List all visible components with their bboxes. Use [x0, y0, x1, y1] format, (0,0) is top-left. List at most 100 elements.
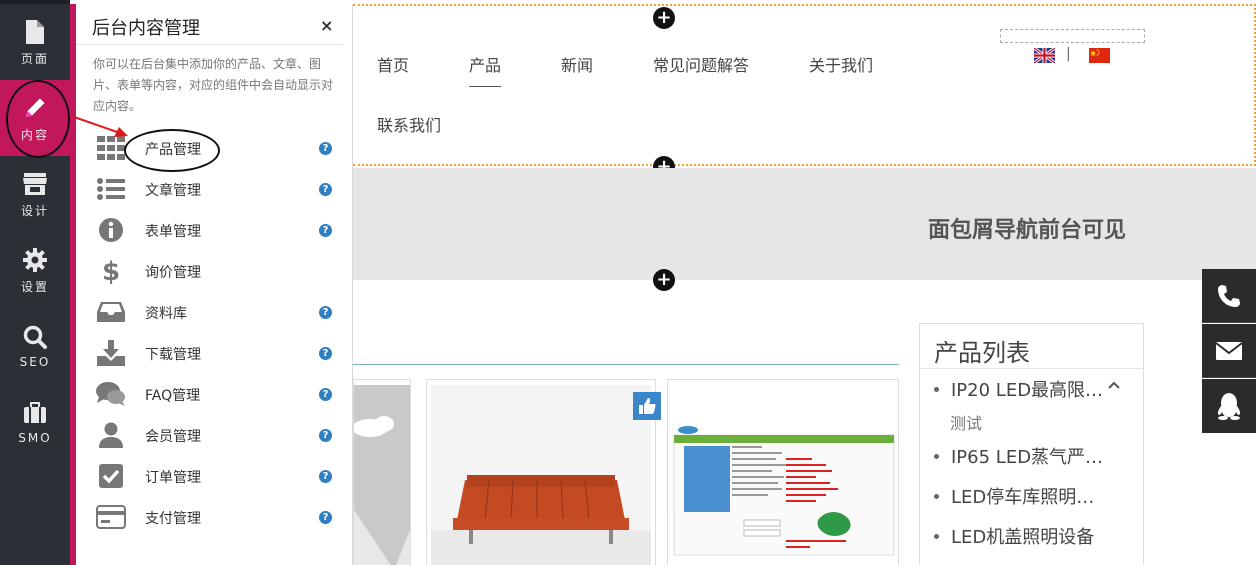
- product-list-item-label: IP20 LED最高限…: [951, 380, 1104, 401]
- gear-icon: [21, 246, 49, 274]
- help-icon[interactable]: ?: [319, 306, 332, 319]
- sidebar-item-label: 页面: [20, 51, 49, 66]
- inbox-icon: [96, 297, 126, 327]
- comments-icon: [96, 379, 126, 409]
- product-list-divider: [920, 368, 1143, 369]
- search-icon: [21, 323, 49, 351]
- product-list-item-label: IP65 LED蒸气严…: [951, 447, 1104, 468]
- sidebar-item-label: SEO: [19, 355, 51, 369]
- site-nav-about[interactable]: 关于我们: [809, 52, 873, 76]
- sidebar-item-label: 设计: [20, 203, 49, 218]
- add-section-button[interactable]: +: [653, 7, 675, 29]
- menu-item-members[interactable]: 会员管理 ?: [76, 418, 346, 452]
- bullet-icon: [934, 493, 939, 499]
- bullet-icon: [934, 386, 939, 392]
- close-icon[interactable]: ×: [320, 16, 333, 35]
- product-list-item[interactable]: IP65 LED蒸气严…: [934, 443, 1103, 469]
- menu-item-label: 会员管理: [145, 429, 201, 445]
- info-icon: [96, 215, 126, 245]
- credit-card-icon: [96, 502, 126, 532]
- sidebar-item-settings[interactable]: 设置: [0, 232, 70, 308]
- bullet-icon: [934, 453, 939, 459]
- menu-item-inquiry[interactable]: $ 询价管理: [76, 254, 346, 288]
- page-icon: [21, 18, 49, 46]
- help-icon[interactable]: ?: [319, 511, 332, 524]
- help-icon[interactable]: ?: [319, 142, 332, 155]
- menu-item-faq[interactable]: FAQ管理 ?: [76, 377, 346, 411]
- sidebar-item-design[interactable]: 设计: [0, 156, 70, 232]
- panel-description: 你可以在后台集中添加你的产品、文章、图片、表单等内容，对应的组件中会自动显示对应…: [93, 57, 334, 113]
- thumbs-up-icon[interactable]: [633, 392, 661, 420]
- sidebar-item-label: SMO: [18, 431, 52, 445]
- sidebar-item-seo[interactable]: SEO: [0, 308, 70, 384]
- store-icon: [21, 170, 49, 198]
- dollar-icon: $: [96, 256, 126, 286]
- site-nav-products[interactable]: 产品: [469, 52, 501, 76]
- user-icon: [96, 420, 126, 450]
- product-list-subitem[interactable]: 测试: [950, 410, 982, 434]
- float-qq-button[interactable]: [1202, 379, 1256, 433]
- svg-text:$: $: [102, 257, 120, 285]
- help-icon[interactable]: ?: [319, 429, 332, 442]
- product-card[interactable]: [352, 379, 411, 565]
- product-list-item[interactable]: LED机盖照明设备: [934, 523, 1094, 549]
- site-nav-faq[interactable]: 常见问题解答: [653, 52, 749, 76]
- help-icon[interactable]: ?: [319, 224, 332, 237]
- envelope-icon: [1215, 341, 1243, 360]
- menu-item-label: 支付管理: [145, 511, 201, 527]
- product-card[interactable]: [667, 379, 899, 565]
- bullet-icon: [934, 533, 939, 539]
- site-nav-active-underline: [469, 86, 501, 87]
- help-icon[interactable]: ?: [319, 183, 332, 196]
- product-list-title: 产品列表: [934, 339, 1030, 367]
- menu-item-label: 下载管理: [145, 347, 201, 363]
- menu-item-forms[interactable]: 表单管理 ?: [76, 213, 346, 247]
- checkbox-icon: [96, 461, 126, 491]
- site-nav-contact[interactable]: 联系我们: [377, 112, 441, 136]
- chevron-up-icon[interactable]: [1106, 377, 1122, 393]
- product-list-item[interactable]: IP20 LED最高限…: [934, 376, 1103, 402]
- language-switcher-box: [1000, 29, 1145, 43]
- panel-title: 后台内容管理: [92, 18, 200, 39]
- help-icon[interactable]: ?: [319, 388, 332, 401]
- editor-root: 页面 内容 设计 设置 SEO SMO 后台内容管理 × 你可以在后台集中添加你…: [0, 0, 1256, 565]
- download-icon: [96, 338, 126, 368]
- menu-item-payment[interactable]: 支付管理 ?: [76, 500, 346, 534]
- float-email-button[interactable]: [1202, 324, 1256, 378]
- menu-item-articles[interactable]: 文章管理 ?: [76, 172, 346, 206]
- content-management-panel: 后台内容管理 × 你可以在后台集中添加你的产品、文章、图片、表单等内容，对应的组…: [76, 4, 353, 565]
- sofa-image: [431, 385, 651, 565]
- menu-item-label: 文章管理: [145, 183, 201, 199]
- menu-item-library[interactable]: 资料库 ?: [76, 295, 346, 329]
- uk-flag-icon[interactable]: [1034, 48, 1055, 63]
- annotation-ellipse-content: [6, 80, 70, 158]
- language-separator: |: [1066, 46, 1071, 62]
- placeholder-image: [352, 385, 410, 565]
- contact-page-screenshot-image: [673, 426, 895, 556]
- float-phone-button[interactable]: [1202, 269, 1256, 323]
- phone-icon: [1218, 284, 1240, 307]
- sidebar-item-smo[interactable]: SMO: [0, 384, 70, 460]
- add-section-button[interactable]: +: [653, 269, 675, 291]
- help-icon[interactable]: ?: [319, 470, 332, 483]
- product-list-item-label: LED机盖照明设备: [951, 527, 1095, 548]
- panel-divider: [76, 44, 343, 45]
- china-flag-icon[interactable]: [1089, 48, 1110, 63]
- content-divider: [353, 364, 899, 365]
- menu-item-label: 资料库: [145, 306, 187, 322]
- help-icon[interactable]: ?: [319, 347, 332, 360]
- menu-item-label: 表单管理: [145, 224, 201, 240]
- site-nav-home[interactable]: 首页: [377, 52, 409, 76]
- menu-item-label: 询价管理: [145, 265, 201, 281]
- menu-item-label: FAQ管理: [145, 388, 201, 404]
- menu-item-orders[interactable]: 订单管理 ?: [76, 459, 346, 493]
- product-card[interactable]: [426, 379, 656, 565]
- annotation-ellipse-products: [124, 129, 220, 172]
- list-icon: [96, 174, 126, 204]
- menu-item-downloads[interactable]: 下载管理 ?: [76, 336, 346, 370]
- product-list-item[interactable]: LED停车库照明…: [934, 483, 1094, 509]
- sidebar-item-page[interactable]: 页面: [0, 4, 70, 80]
- qq-icon: [1217, 393, 1241, 420]
- site-nav-news[interactable]: 新闻: [561, 52, 593, 76]
- menu-item-label: 订单管理: [145, 470, 201, 486]
